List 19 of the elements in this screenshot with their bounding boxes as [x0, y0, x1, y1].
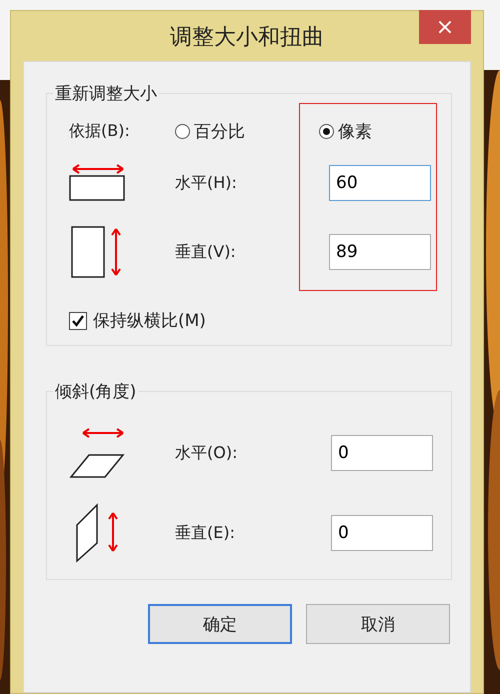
dialog-button[interactable]: 取消	[306, 604, 450, 644]
field-label: 垂直(E):	[175, 522, 236, 544]
input-field[interactable]: 0	[331, 435, 433, 471]
check-icon	[71, 314, 85, 328]
field-label: 水平(H):	[175, 172, 238, 194]
keep-ratio-checkbox[interactable]: 保持纵横比(M)	[69, 309, 206, 332]
field-label: 水平(O):	[175, 442, 238, 464]
group-title: 倾斜(角度)	[54, 381, 138, 403]
input-field[interactable]: 0	[331, 515, 433, 551]
radio-option[interactable]: 百分比	[175, 120, 245, 142]
dialog-button[interactable]: 确定	[148, 604, 292, 644]
input-field[interactable]: 60	[329, 165, 431, 201]
field-label: 垂直(V):	[175, 242, 237, 262]
input-field[interactable]: 89	[329, 234, 431, 270]
by-label: 依据(B):	[69, 120, 131, 142]
group-title: 重新调整大小	[54, 83, 158, 105]
window-title: 调整大小和扭曲	[170, 24, 324, 52]
close-button[interactable]: ×	[419, 10, 471, 44]
radio-option[interactable]: 像素	[319, 120, 372, 142]
